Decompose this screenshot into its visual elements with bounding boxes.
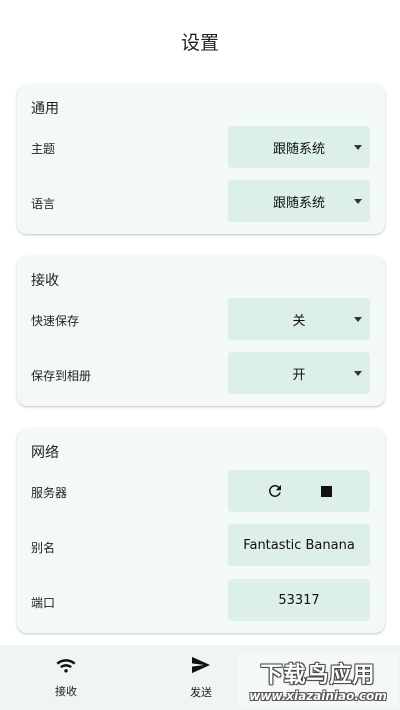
alias-value: Fantastic Banana [243,537,355,553]
alias-label: 别名 [31,541,56,555]
send-icon [191,656,211,678]
network-section-title: 网络 [31,445,59,461]
receive-settings-card: 接收 快速保存 关 保存到相册 开 [17,256,385,406]
language-value: 跟随系统 [272,195,325,211]
alias-field[interactable]: Fantastic Banana [228,524,370,566]
dropdown-caret-icon [354,371,362,376]
nav-item-send[interactable]: 发送 [161,645,241,710]
theme-value: 跟随系统 [272,141,325,157]
dropdown-caret-icon [354,199,362,204]
quick-save-value: 关 [292,313,306,329]
server-controls [228,470,370,512]
nav-item-receive[interactable]: 接收 [26,645,106,710]
general-settings-card: 通用 主题 跟随系统 语言 跟随系统 [17,84,385,234]
port-label: 端口 [31,596,56,610]
theme-label: 主题 [31,142,56,156]
port-value: 53317 [278,592,320,608]
port-field[interactable]: 53317 [228,579,370,621]
watermark-text: 下载鸟应用 [260,663,376,688]
language-label: 语言 [31,197,56,211]
nav-label-send: 发送 [190,685,212,699]
watermark-url: www.xiazainiao.com [249,689,387,703]
general-section-title: 通用 [31,101,59,117]
dropdown-caret-icon [354,145,362,150]
save-to-album-value: 开 [292,367,306,383]
server-label: 服务器 [31,486,68,500]
language-dropdown[interactable]: 跟随系统 [228,180,370,222]
watermark: 下载鸟应用 www.xiazainiao.com [238,652,398,708]
page-title: 设置 [180,32,219,54]
refresh-icon[interactable] [266,482,284,500]
dropdown-caret-icon [354,317,362,322]
stop-icon[interactable] [320,485,332,497]
nav-label-receive: 接收 [55,684,77,698]
wifi-icon [56,657,76,677]
save-to-album-label: 保存到相册 [31,369,92,383]
network-settings-card: 网络 服务器 别名 Fantastic Banana 端口 53317 [17,428,385,633]
receive-section-title: 接收 [31,273,59,289]
quick-save-dropdown[interactable]: 关 [228,298,370,340]
quick-save-label: 快速保存 [31,314,80,328]
theme-dropdown[interactable]: 跟随系统 [228,126,370,168]
save-to-album-dropdown[interactable]: 开 [228,352,370,394]
